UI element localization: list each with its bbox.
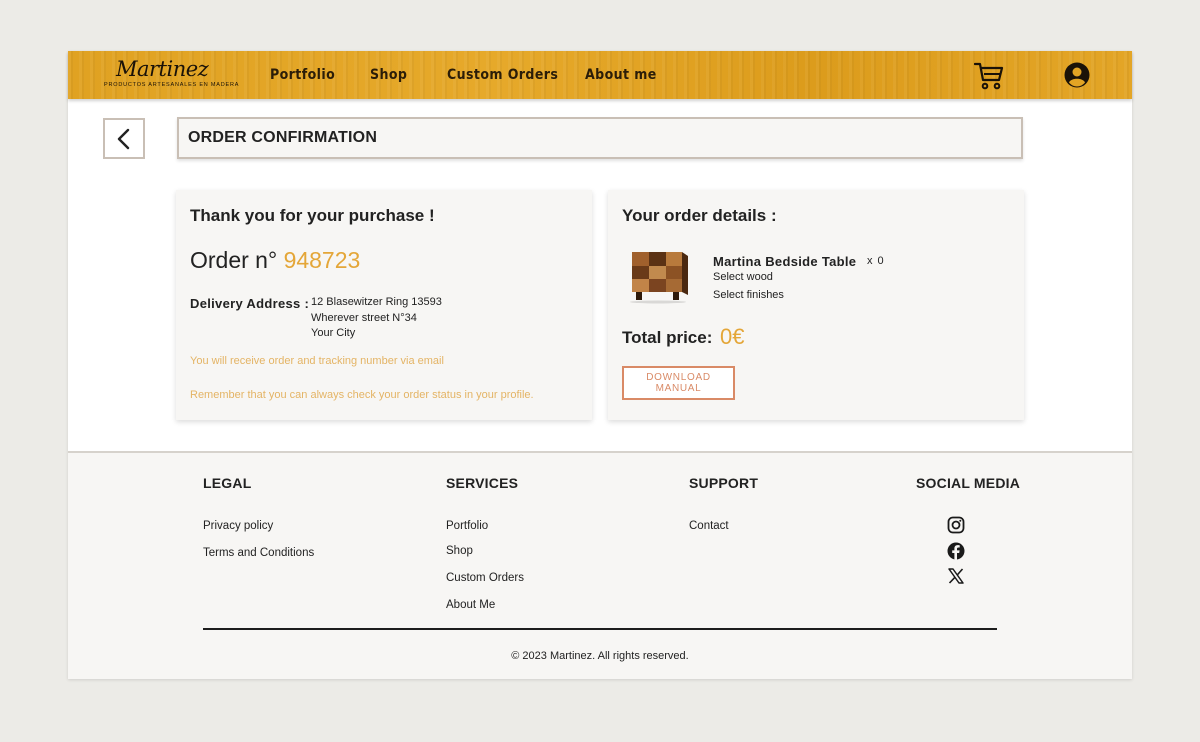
footer-link-privacy-policy[interactable]: Privacy policy bbox=[203, 520, 273, 532]
product-quantity: x 0 bbox=[867, 255, 885, 267]
order-number: Order n° 948723 bbox=[190, 247, 360, 274]
tracking-note: You will receive order and tracking numb… bbox=[190, 355, 444, 367]
logo-text: Martinez bbox=[116, 57, 209, 81]
footer-services-heading: SERVICES bbox=[446, 475, 519, 491]
profile-note: Remember that you can always check your … bbox=[190, 389, 534, 401]
x-twitter-icon[interactable] bbox=[947, 567, 965, 585]
delivery-address-label: Delivery Address : bbox=[190, 296, 310, 311]
product-image[interactable] bbox=[626, 248, 690, 304]
product-wood-option: Select wood bbox=[713, 271, 773, 283]
footer-link-portfolio[interactable]: Portfolio bbox=[446, 520, 488, 532]
thank-you-heading: Thank you for your purchase ! bbox=[190, 206, 435, 225]
footer-support-heading: SUPPORT bbox=[689, 475, 759, 491]
page-container: Martinez PRODUCTOS ARTESANALES EN MADERA… bbox=[68, 51, 1132, 679]
footer-divider bbox=[203, 628, 997, 630]
total-price-label: Total price: bbox=[622, 328, 713, 347]
download-manual-button[interactable]: DOWNLOAD MANUAL bbox=[622, 366, 735, 400]
logo-tagline: PRODUCTOS ARTESANALES EN MADERA bbox=[104, 82, 240, 88]
nav-link-shop[interactable]: Shop bbox=[370, 67, 407, 83]
cart-icon[interactable] bbox=[974, 62, 1004, 90]
nav-link-portfolio[interactable]: Portfolio bbox=[270, 67, 335, 83]
product-finish-option: Select finishes bbox=[713, 289, 784, 301]
nav-link-about-me[interactable]: About me bbox=[585, 67, 657, 83]
page-title-bar: ORDER CONFIRMATION bbox=[177, 117, 1023, 159]
page-title: ORDER CONFIRMATION bbox=[188, 129, 378, 146]
order-details-card: Your order details : Martina Bedside Tab… bbox=[608, 190, 1024, 420]
top-navbar: Martinez PRODUCTOS ARTESANALES EN MADERA… bbox=[68, 51, 1132, 99]
facebook-icon[interactable] bbox=[947, 542, 965, 560]
order-number-label: Order n° bbox=[190, 247, 278, 273]
copyright-text: © 2023 Martinez. All rights reserved. bbox=[511, 650, 689, 662]
footer-link-about-me[interactable]: About Me bbox=[446, 599, 495, 611]
brand-logo[interactable]: Martinez PRODUCTOS ARTESANALES EN MADERA bbox=[104, 57, 238, 93]
footer-social-heading: SOCIAL MEDIA bbox=[916, 475, 1021, 491]
instagram-icon[interactable] bbox=[947, 516, 965, 534]
footer-link-terms[interactable]: Terms and Conditions bbox=[203, 547, 314, 559]
total-price-value: 0€ bbox=[720, 324, 745, 349]
product-name: Martina Bedside Table bbox=[713, 254, 857, 269]
footer-link-shop[interactable]: Shop bbox=[446, 545, 473, 557]
user-account-icon[interactable] bbox=[1064, 62, 1090, 88]
footer-link-custom-orders[interactable]: Custom Orders bbox=[446, 572, 524, 584]
order-details-heading: Your order details : bbox=[622, 206, 777, 225]
address-line: Wherever street N°34 bbox=[311, 311, 417, 324]
purchase-confirmation-card: Thank you for your purchase ! Order n° 9… bbox=[176, 190, 592, 420]
chevron-left-icon bbox=[117, 128, 130, 149]
footer-legal-heading: LEGAL bbox=[203, 475, 252, 491]
address-line: 12 Blasewitzer Ring 13593 bbox=[311, 296, 442, 308]
nav-link-custom-orders[interactable]: Custom Orders bbox=[447, 67, 558, 83]
footer-link-contact[interactable]: Contact bbox=[689, 520, 729, 532]
address-line: Your City bbox=[311, 327, 356, 339]
back-button[interactable] bbox=[103, 118, 145, 159]
site-footer: LEGAL Privacy policy Terms and Condition… bbox=[68, 451, 1132, 679]
delivery-address: 12 Blasewitzer Ring 13593 Wherever stree… bbox=[311, 295, 442, 342]
order-number-value: 948723 bbox=[283, 247, 361, 273]
